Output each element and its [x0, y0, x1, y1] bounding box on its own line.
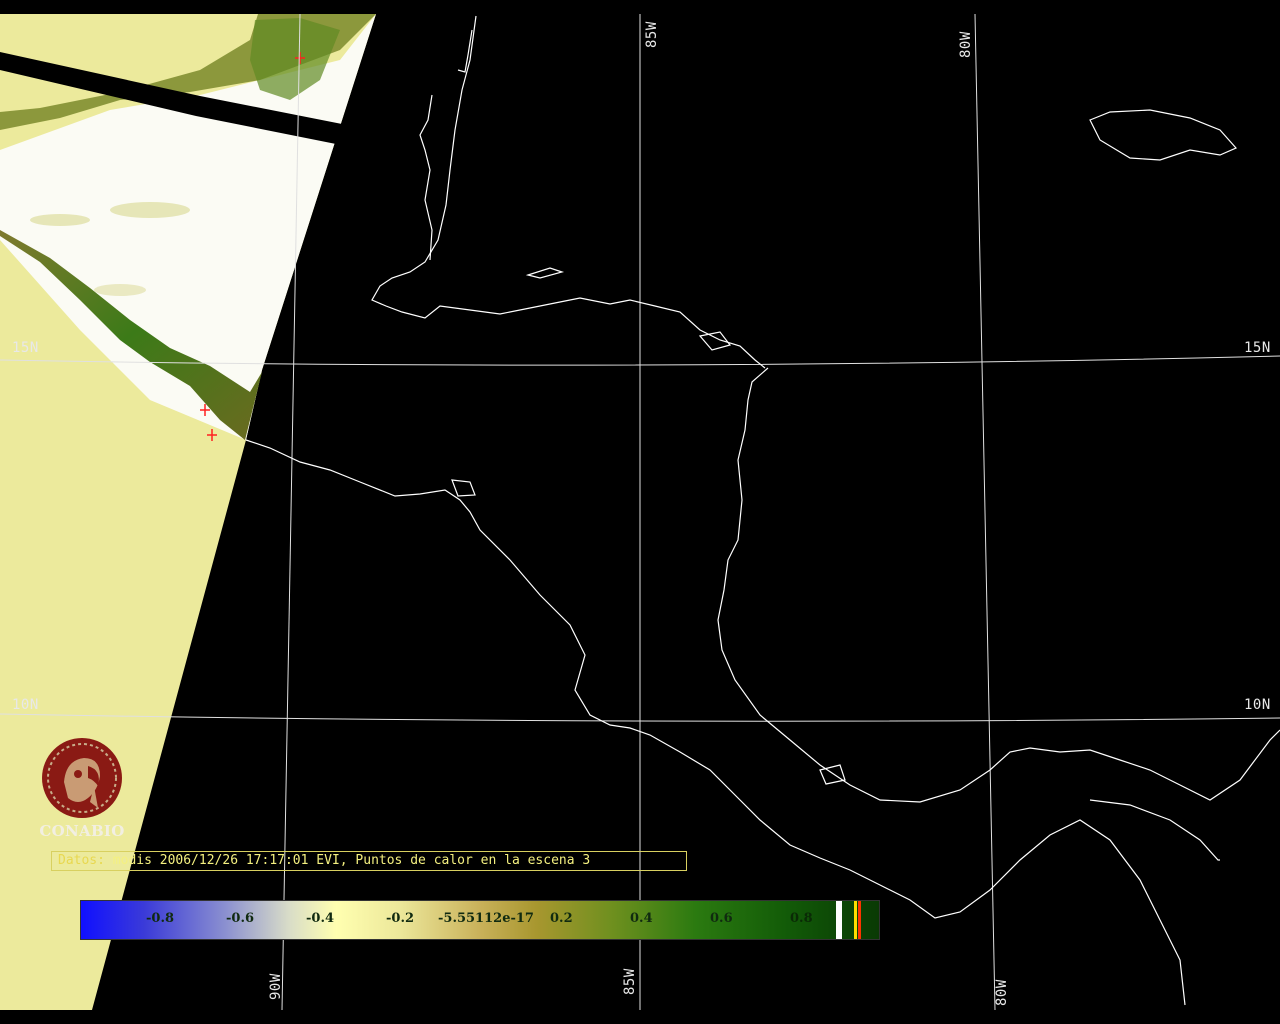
- colorbar-marker-white: [836, 901, 842, 939]
- lat-label-10n-left: 10N: [12, 697, 39, 713]
- colorbar-label: 0.8: [790, 911, 813, 926]
- caption-lead: Datos:: [58, 853, 105, 868]
- colorbar-label: 0.2: [550, 911, 573, 926]
- lon-label-85w-top: 85W: [644, 21, 660, 48]
- colorbar-marker-yellow: [854, 901, 857, 939]
- colorbar-label: -0.8: [146, 911, 175, 926]
- caption-body: modis 2006/12/26 17:17:01 EVI, Puntos de…: [104, 853, 591, 868]
- colorbar-label: -0.2: [386, 911, 415, 926]
- colorbar-marker-red: [858, 901, 861, 939]
- lon-label-80w-top: 80W: [958, 31, 974, 58]
- vegetation-spot: [30, 214, 90, 226]
- vegetation-spot: [110, 202, 190, 218]
- conabio-macaw-icon: [42, 738, 122, 818]
- lat-label-15n-left: 15N: [12, 340, 39, 356]
- lat-label-10n-right: 10N: [1244, 697, 1271, 713]
- lon-label-85w-bottom: 85W: [622, 968, 638, 995]
- lat-label-15n-right: 15N: [1244, 340, 1271, 356]
- logo-name: CONABIO: [39, 822, 125, 840]
- colorbar-label: -0.4: [306, 911, 335, 926]
- colorbar-label: 0.4: [630, 911, 653, 926]
- caption-text: Datos: modis 2006/12/26 17:17:01 EVI, Pu…: [58, 853, 590, 868]
- conabio-logo: CONABIO: [36, 736, 128, 840]
- colorbar-label: -5.55112e-17: [438, 911, 534, 926]
- colorbar-label: 0.6: [710, 911, 733, 926]
- lon-label-80w-bottom: 80W: [994, 979, 1010, 1006]
- colorbar-label: -0.6: [226, 911, 255, 926]
- vegetation-spot: [94, 284, 146, 296]
- lon-label-90w-bottom: 90W: [268, 973, 284, 1000]
